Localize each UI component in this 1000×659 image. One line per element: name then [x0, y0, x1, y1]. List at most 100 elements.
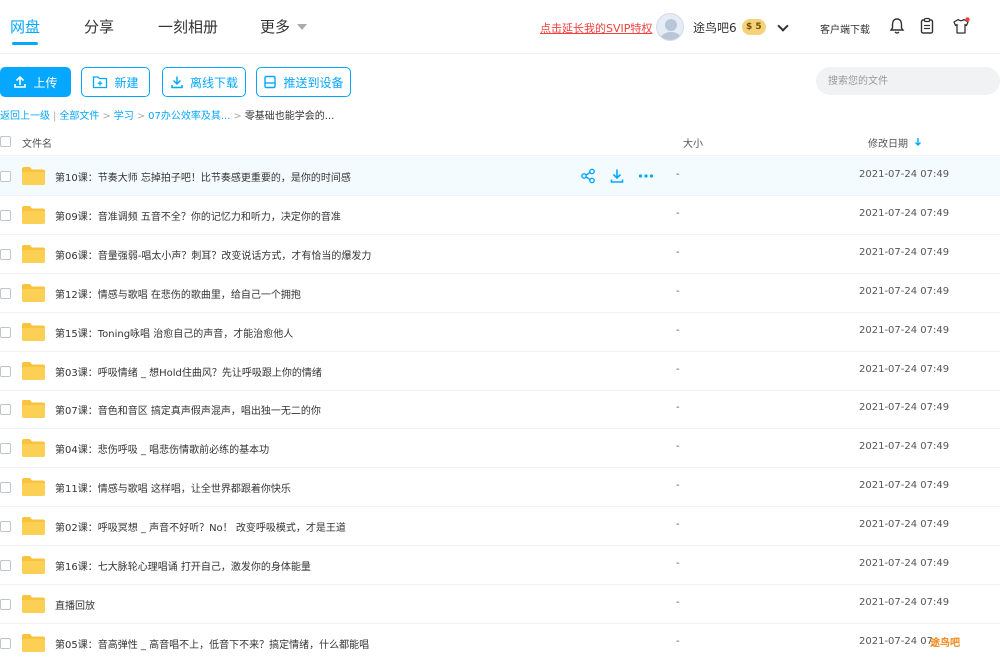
client-download-link[interactable]: 客户端下载 [820, 21, 870, 36]
push-to-device-label: 推送到设备 [283, 75, 344, 90]
file-size: - [676, 519, 680, 531]
table-row[interactable]: 第09课：音准调频 五音不全？你的记忆力和听力，决定你的音准 - 2021-07… [0, 196, 1000, 235]
row-checkbox[interactable] [0, 209, 11, 221]
breadcrumb-office[interactable]: 07办公效率及其... [148, 111, 230, 122]
row-checkbox[interactable] [0, 598, 11, 610]
select-all-checkbox[interactable] [0, 136, 11, 147]
breadcrumb-study[interactable]: 学习 [114, 111, 134, 122]
file-name[interactable]: 第02课：呼吸冥想 _ 声音不好听？No！ 改变呼吸模式，才是王道 [55, 519, 346, 534]
file-name[interactable]: 直播回放 [55, 597, 95, 612]
file-date: 2021-07-24 07:49 [859, 285, 950, 297]
file-size: - [676, 480, 680, 492]
row-checkbox[interactable] [0, 443, 11, 455]
folder-icon [22, 556, 45, 574]
download-icon[interactable] [609, 168, 625, 184]
sort-arrow-down-icon[interactable] [914, 137, 922, 147]
file-date: 2021-07-24 07:49 [859, 169, 950, 180]
more-icon[interactable] [638, 168, 654, 184]
avatar[interactable] [656, 13, 684, 41]
table-row[interactable]: 第10课：节奏大师 忘掉拍子吧！比节奏感更重要的，是你的时间感 - 2021-0… [0, 157, 1000, 196]
column-header-date[interactable]: 修改日期 [868, 135, 908, 150]
file-name[interactable]: 第12课：情感与歌唱 在悲伤的歌曲里，给自己一个拥抱 [55, 286, 301, 301]
table-row[interactable]: 第11课：情感与歌唱 这样唱，让全世界都跟着你快乐 - 2021-07-24 0… [0, 468, 1000, 508]
username[interactable]: 途鸟吧6 [693, 19, 737, 36]
file-size: - [676, 363, 680, 375]
clipboard-icon[interactable] [918, 17, 936, 35]
top-navigation: 网盘 分享 一刻相册 更多 点击延长我的SVIP特权 途鸟吧6 $ 5 客户端下… [0, 0, 1000, 54]
file-name[interactable]: 第03课：呼吸情绪 _ 想Hold住曲风？先让呼吸跟上你的情绪 [55, 364, 322, 379]
row-actions [580, 168, 654, 184]
folder-icon [22, 594, 45, 613]
table-row[interactable]: 第12课：情感与歌唱 在悲伤的歌曲里，给自己一个拥抱 - 2021-07-24 … [0, 274, 1000, 313]
row-checkbox[interactable] [0, 287, 11, 299]
file-name[interactable]: 第09课：音准调频 五音不全？你的记忆力和听力，决定你的音准 [55, 208, 341, 223]
share-icon[interactable] [580, 168, 596, 184]
file-date: 2021-07-24 07:49 [859, 596, 950, 608]
breadcrumb-current: 零基础也能学会的... [244, 111, 335, 122]
offline-download-button[interactable]: 离线下载 [162, 67, 246, 97]
device-icon [264, 75, 277, 89]
nav-tab-share[interactable]: 分享 [84, 16, 114, 37]
caret-down-icon[interactable] [297, 24, 307, 30]
file-name[interactable]: 第11课：情感与歌唱 这样唱，让全世界都跟着你快乐 [55, 480, 291, 495]
shirt-icon[interactable] [952, 17, 970, 35]
file-date: 2021-07-24 07:49 [859, 558, 950, 569]
folder-icon [22, 478, 45, 497]
row-checkbox[interactable] [0, 171, 11, 182]
search-input[interactable] [816, 67, 1000, 95]
row-checkbox[interactable] [0, 637, 11, 649]
breadcrumb-all-files[interactable]: 全部文件 [59, 111, 99, 122]
column-header-name[interactable]: 文件名 [22, 135, 52, 150]
folder-icon [22, 283, 45, 302]
breadcrumb-back[interactable]: 返回上一级 [0, 111, 50, 122]
file-date: 2021-07-24 07:49 [859, 246, 950, 258]
column-header-size[interactable]: 大小 [683, 135, 703, 150]
file-name[interactable]: 第16课：七大脉轮心理唱诵 打开自己，激发你的身体能量 [55, 558, 311, 573]
row-checkbox[interactable] [0, 248, 11, 260]
watermark-logo: 途鸟吧 [930, 638, 960, 649]
breadcrumb: 返回上一级 | 全部文件 > 学习 >07办公效率及其... > 零基础也能学会的... [0, 107, 334, 122]
table-row[interactable]: 第03课：呼吸情绪 _ 想Hold住曲风？先让呼吸跟上你的情绪 - 2021-0… [0, 352, 1000, 391]
breadcrumb-separator: > [233, 111, 242, 122]
file-name[interactable]: 第05课：音高弹性 _ 高音唱不上，低音下不来？搞定情绪，什么都能唱 [55, 636, 369, 651]
file-size: - [676, 558, 680, 569]
file-name[interactable]: 第07课：音色和音区 搞定真声假声混声，唱出独一无二的你 [55, 402, 321, 417]
vip-badge: $ 5 [742, 19, 766, 35]
table-row[interactable]: 第04课：悲伤呼吸 _ 唱悲伤情歌前必练的基本功 - 2021-07-24 07… [0, 429, 1000, 469]
table-row[interactable]: 第16课：七大脉轮心理唱诵 打开自己，激发你的身体能量 - 2021-07-24… [0, 546, 1000, 585]
table-row[interactable]: 直播回放 - 2021-07-24 07:49 [0, 585, 1000, 624]
row-checkbox[interactable] [0, 404, 11, 416]
table-row[interactable]: 第07课：音色和音区 搞定真声假声混声，唱出独一无二的你 - 2021-07-2… [0, 390, 1000, 430]
row-checkbox[interactable] [0, 521, 11, 533]
file-name[interactable]: 第15课：Toning咏唱 治愈自己的声音，才能治愈他人 [55, 325, 293, 340]
svip-promo-link[interactable]: 点击延长我的SVIP特权 [540, 20, 652, 36]
table-row[interactable]: 第15课：Toning咏唱 治愈自己的声音，才能治愈他人 - 2021-07-2… [0, 313, 1000, 352]
folder-icon [22, 361, 45, 380]
nav-tab-album[interactable]: 一刻相册 [158, 16, 218, 37]
push-to-device-button[interactable]: 推送到设备 [256, 67, 351, 97]
nav-tab-netdisk[interactable]: 网盘 [10, 16, 40, 37]
upload-button[interactable]: 上传 [0, 67, 71, 97]
file-size: - [676, 207, 680, 219]
nav-tab-more[interactable]: 更多 [260, 16, 290, 37]
bell-icon[interactable] [888, 17, 906, 35]
table-row[interactable]: 第02课：呼吸冥想 _ 声音不好听？No！ 改变呼吸模式，才是王道 - 2021… [0, 507, 1000, 547]
table-row[interactable]: 第05课：音高弹性 _ 高音唱不上，低音下不来？搞定情绪，什么都能唱 - 202… [0, 624, 1000, 659]
row-checkbox[interactable] [0, 326, 11, 338]
file-name[interactable]: 第04课：悲伤呼吸 _ 唱悲伤情歌前必练的基本功 [55, 441, 269, 456]
folder-icon [22, 633, 45, 652]
table-row[interactable]: 第06课：音量强弱-唱太小声？刺耳？改变说话方式，才有恰当的爆发力 - 2021… [0, 235, 1000, 274]
file-date: 2021-07-24 07:49 [859, 519, 950, 531]
file-size: - [676, 596, 680, 608]
file-name[interactable]: 第10课：节奏大师 忘掉拍子吧！比节奏感更重要的，是你的时间感 [55, 169, 351, 184]
file-date: 2021-07-24 07:49 [859, 363, 950, 375]
chevron-down-icon[interactable] [777, 20, 789, 32]
folder-icon [22, 322, 45, 341]
file-size: - [676, 441, 680, 453]
row-checkbox[interactable] [0, 482, 11, 494]
new-folder-button[interactable]: 新建 [81, 67, 150, 97]
file-size: - [676, 285, 680, 297]
file-name[interactable]: 第06课：音量强弱-唱太小声？刺耳？改变说话方式，才有恰当的爆发力 [55, 247, 371, 262]
row-checkbox[interactable] [0, 560, 11, 571]
row-checkbox[interactable] [0, 365, 11, 377]
